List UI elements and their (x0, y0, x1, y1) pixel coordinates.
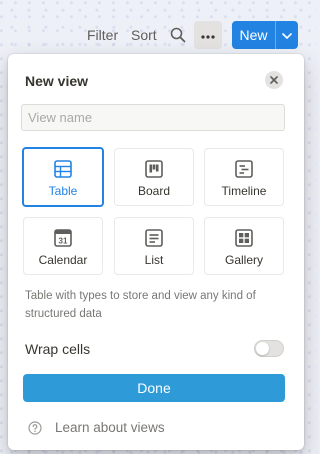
done-button[interactable]: Done (23, 374, 285, 402)
new-dropdown-button[interactable] (276, 21, 298, 49)
view-type-label: Table (48, 184, 78, 198)
view-type-label: Board (137, 184, 171, 198)
table-icon (53, 159, 73, 179)
search-icon[interactable] (169, 26, 187, 44)
toggle-knob (256, 342, 269, 355)
gallery-icon (234, 228, 254, 248)
view-type-label: List (144, 253, 164, 267)
wrap-cells-toggle[interactable] (254, 340, 284, 357)
close-button[interactable] (265, 71, 283, 89)
view-type-gallery[interactable]: Gallery (204, 217, 284, 275)
view-type-label: Gallery (224, 253, 263, 267)
more-options-button[interactable] (194, 21, 222, 49)
svg-text:31: 31 (59, 237, 68, 246)
board-icon (144, 159, 164, 179)
view-type-calendar[interactable]: 31 Calendar (23, 217, 103, 275)
chevron-down-icon (282, 26, 292, 44)
view-type-board[interactable]: Board (114, 148, 194, 206)
view-name-input[interactable] (21, 104, 285, 131)
view-toolbar: Filter Sort New (0, 20, 317, 50)
new-view-panel: New view Table Board Timeline 31 Calenda… (8, 54, 304, 450)
learn-about-views-label: Learn about views (55, 420, 165, 435)
wrap-cells-label: Wrap cells (25, 341, 91, 357)
sort-button[interactable]: Sort (131, 27, 157, 43)
view-type-label: Timeline (221, 184, 267, 198)
list-icon (144, 228, 164, 248)
view-type-table[interactable]: Table (22, 147, 104, 207)
new-button[interactable]: New (232, 21, 275, 49)
view-type-label: Calendar (38, 253, 88, 267)
new-split-button: New (232, 21, 298, 49)
filter-button[interactable]: Filter (87, 27, 118, 43)
calendar-icon: 31 (53, 228, 73, 248)
panel-title: New view (25, 73, 89, 89)
view-type-timeline[interactable]: Timeline (204, 148, 284, 206)
more-horizontal-icon (201, 26, 215, 44)
help-circle-icon (28, 420, 42, 435)
view-type-list[interactable]: List (114, 217, 194, 275)
timeline-icon (234, 159, 254, 179)
learn-about-views-link[interactable]: Learn about views (28, 420, 165, 435)
close-icon (270, 71, 278, 89)
view-type-description: Table with types to store and view any k… (25, 290, 256, 320)
